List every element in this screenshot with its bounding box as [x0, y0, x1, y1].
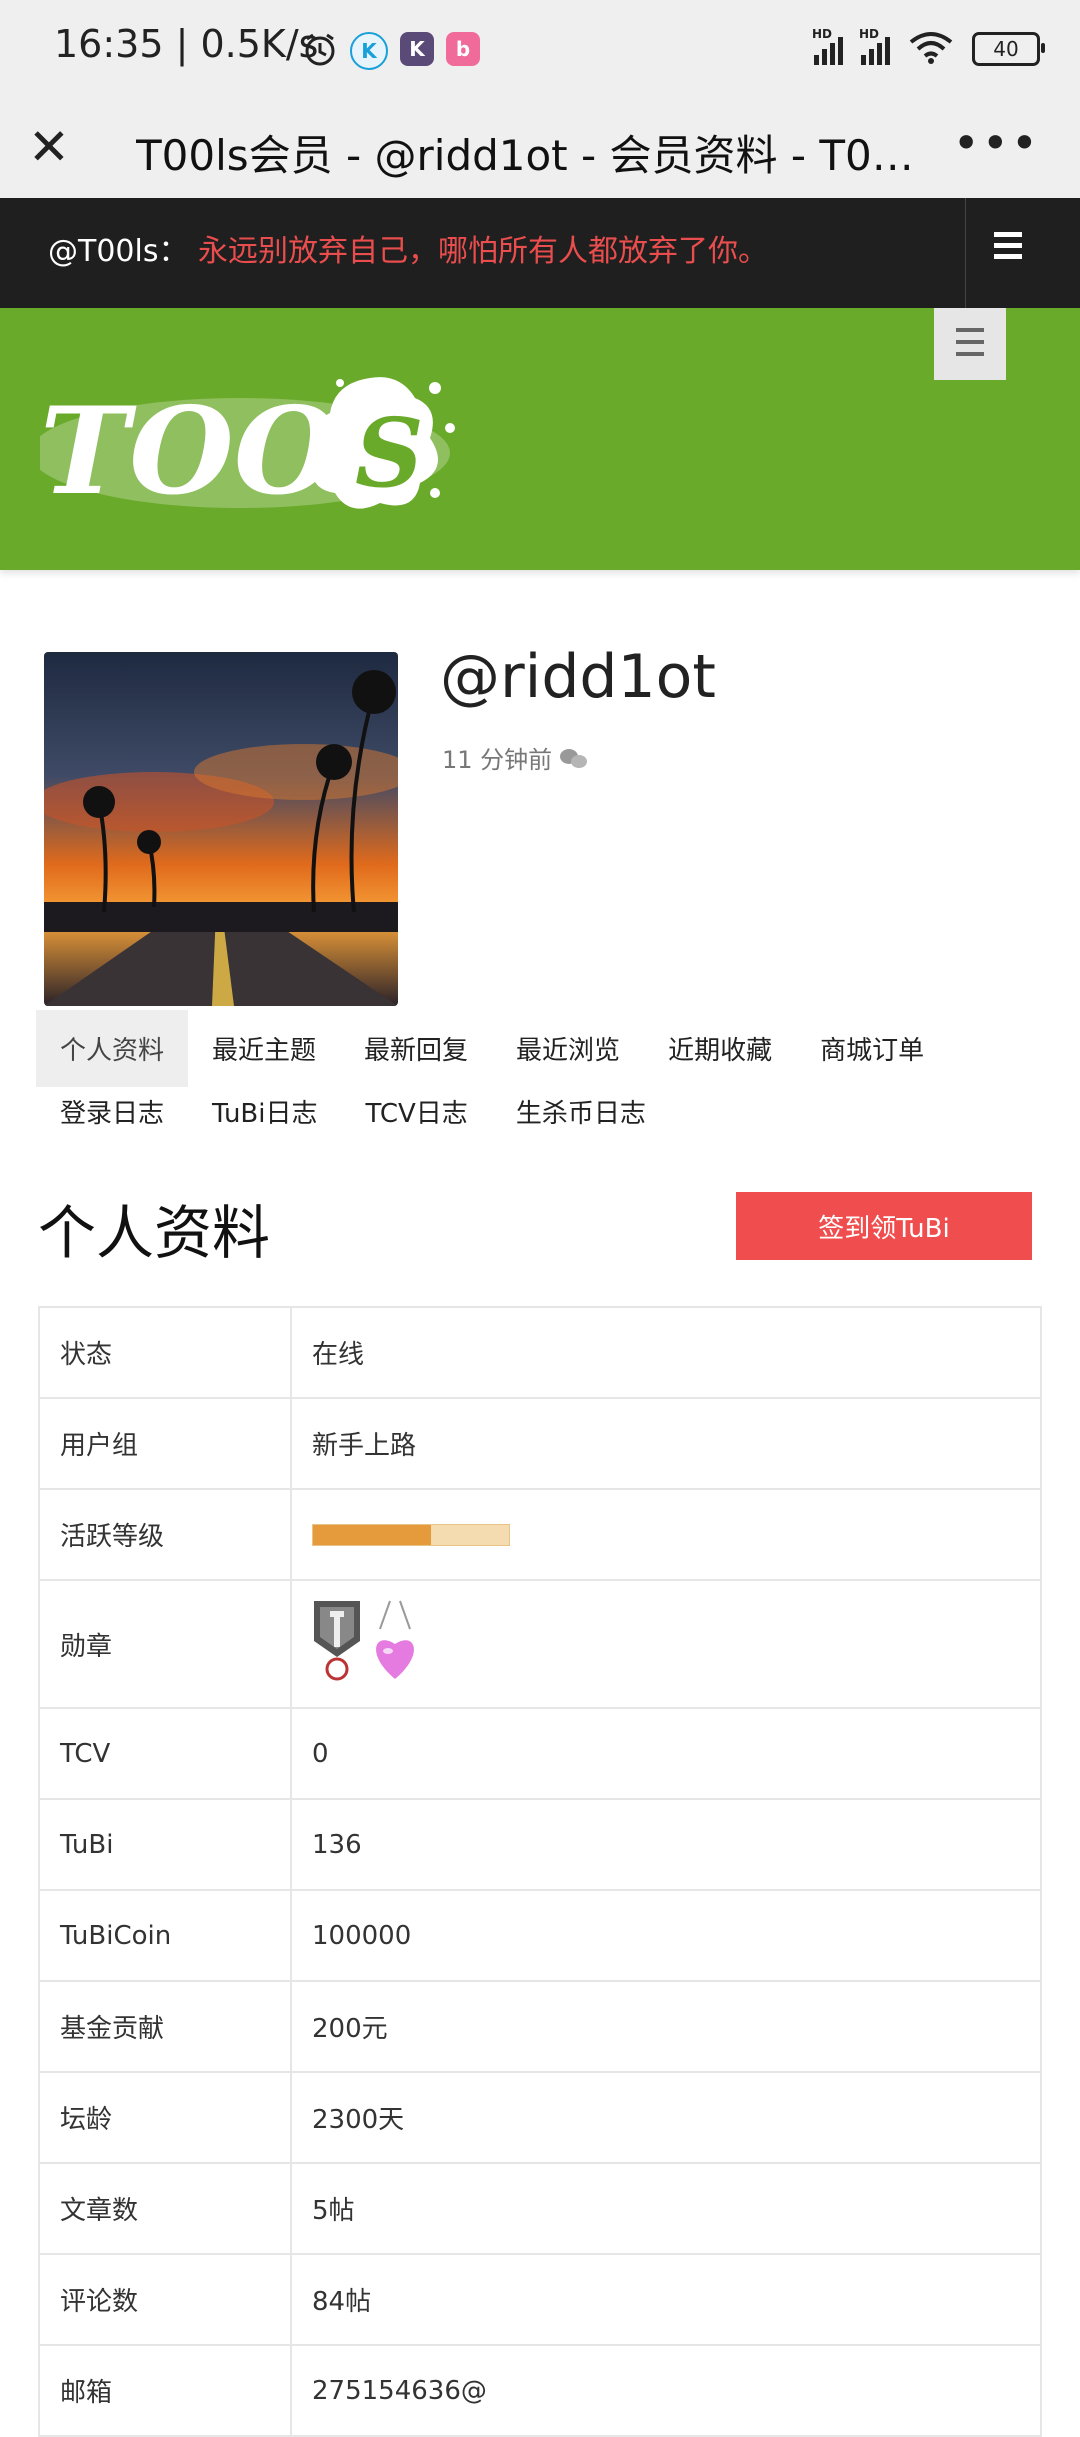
- tab-coin-log[interactable]: 生杀币日志: [492, 1073, 670, 1150]
- avatar: [44, 652, 398, 1006]
- app-notification-icon: K: [400, 32, 434, 66]
- activity-level-fill: [313, 1524, 431, 1545]
- divider: [965, 198, 966, 308]
- row-value: 在线: [290, 1306, 1042, 1399]
- section-title: 个人资料: [38, 1199, 271, 1267]
- notice-bar: @T00ls： 永远别放弃自己，哪怕所有人都放弃了你。: [0, 198, 1080, 308]
- wechat-icon[interactable]: [560, 747, 590, 769]
- row-key: TuBiCoin: [38, 1889, 292, 1982]
- browser-titlebar: ✕ T00ls会员 - @ridd1ot - 会员资料 - T00ls… •••: [0, 100, 1080, 198]
- signin-button[interactable]: 签到领TuBi: [736, 1192, 1032, 1260]
- table-row: 状态 在线: [38, 1306, 1042, 1399]
- hamburger-icon[interactable]: [934, 308, 1006, 380]
- row-key: 勋章: [38, 1579, 292, 1709]
- table-row: TCV 0: [38, 1707, 1042, 1800]
- row-key: 活跃等级: [38, 1488, 292, 1581]
- more-icon[interactable]: •••: [953, 116, 1040, 170]
- status-time: 16:35 | 0.5K/s: [54, 22, 319, 66]
- table-row: 用户组 新手上路: [38, 1397, 1042, 1490]
- row-value: 275154636@: [290, 2344, 1042, 2437]
- profile-tabs: 个人资料 最近主题 最新回复 最近浏览 近期收藏 商城订单 登录日志 TuBi日…: [36, 1010, 1066, 1150]
- row-value-medals: [290, 1579, 1042, 1709]
- last-seen: 11 分钟前: [442, 740, 590, 775]
- tab-shop-orders[interactable]: 商城订单: [796, 1010, 948, 1087]
- notice-label: @T00ls：: [48, 234, 189, 269]
- site-logo[interactable]: TOOL S: [40, 358, 500, 528]
- tab-tcv-log[interactable]: TCV日志: [342, 1073, 492, 1150]
- signal-icon: HD: [859, 27, 890, 65]
- medal-shield-icon: [312, 1599, 362, 1690]
- table-row: 邮箱 275154636@: [38, 2344, 1042, 2437]
- menu-icon[interactable]: [994, 232, 1022, 265]
- row-value: 200元: [290, 1980, 1042, 2073]
- table-row: TuBiCoin 100000: [38, 1889, 1042, 1982]
- row-value-level: [290, 1488, 1042, 1581]
- row-key: 邮箱: [38, 2344, 292, 2437]
- site-header: TOOL S: [0, 308, 1080, 570]
- profile-info-table: 状态 在线 用户组 新手上路 活跃等级 勋章 TCV 0 TuBi 136 Tu…: [38, 1306, 1042, 2437]
- row-value: 2300天: [290, 2071, 1042, 2164]
- table-row: 文章数 5帖: [38, 2162, 1042, 2255]
- bilibili-icon: b: [446, 32, 480, 66]
- row-key: TuBi: [38, 1798, 292, 1891]
- medal-heart-icon: [370, 1599, 420, 1690]
- username: @ridd1ot: [440, 642, 716, 712]
- row-key: 基金贡献: [38, 1980, 292, 2073]
- battery-icon: 40: [972, 32, 1045, 66]
- row-key: TCV: [38, 1707, 292, 1800]
- close-icon[interactable]: ✕: [28, 122, 70, 172]
- wifi-icon: [908, 30, 954, 68]
- activity-level-bar: [312, 1523, 510, 1546]
- row-value: 0: [290, 1707, 1042, 1800]
- row-key: 状态: [38, 1306, 292, 1399]
- tab-login-log[interactable]: 登录日志: [36, 1073, 188, 1150]
- table-row: 坛龄 2300天: [38, 2071, 1042, 2164]
- row-value: 5帖: [290, 2162, 1042, 2255]
- row-key: 评论数: [38, 2253, 292, 2346]
- table-row: 评论数 84帖: [38, 2253, 1042, 2346]
- row-key: 文章数: [38, 2162, 292, 2255]
- last-seen-text: 11 分钟前: [442, 746, 553, 774]
- status-bar: 16:35 | 0.5K/s K K b HD HD 40: [0, 0, 1080, 100]
- table-row: 活跃等级: [38, 1488, 1042, 1581]
- table-row: 基金贡献 200元: [38, 1980, 1042, 2073]
- row-value: 新手上路: [290, 1397, 1042, 1490]
- signal-icon: HD: [812, 27, 843, 65]
- alarm-icon: [302, 32, 338, 72]
- page-title: T00ls会员 - @ridd1ot - 会员资料 - T00ls…: [136, 131, 936, 180]
- row-value: 84帖: [290, 2253, 1042, 2346]
- row-key: 用户组: [38, 1397, 292, 1490]
- app-notification-icon: K: [350, 32, 388, 70]
- row-value: 100000: [290, 1889, 1042, 1982]
- notice-slogan: 永远别放弃自己，哪怕所有人都放弃了你。: [198, 234, 768, 269]
- table-row: TuBi 136: [38, 1798, 1042, 1891]
- notification-icons: K K b: [302, 32, 480, 72]
- table-row: 勋章: [38, 1579, 1042, 1709]
- status-right: HD HD 40: [812, 27, 1045, 68]
- row-key: 坛龄: [38, 2071, 292, 2164]
- row-value: 136: [290, 1798, 1042, 1891]
- tab-tubi-log[interactable]: TuBi日志: [188, 1073, 341, 1150]
- svg-text:S: S: [355, 398, 424, 509]
